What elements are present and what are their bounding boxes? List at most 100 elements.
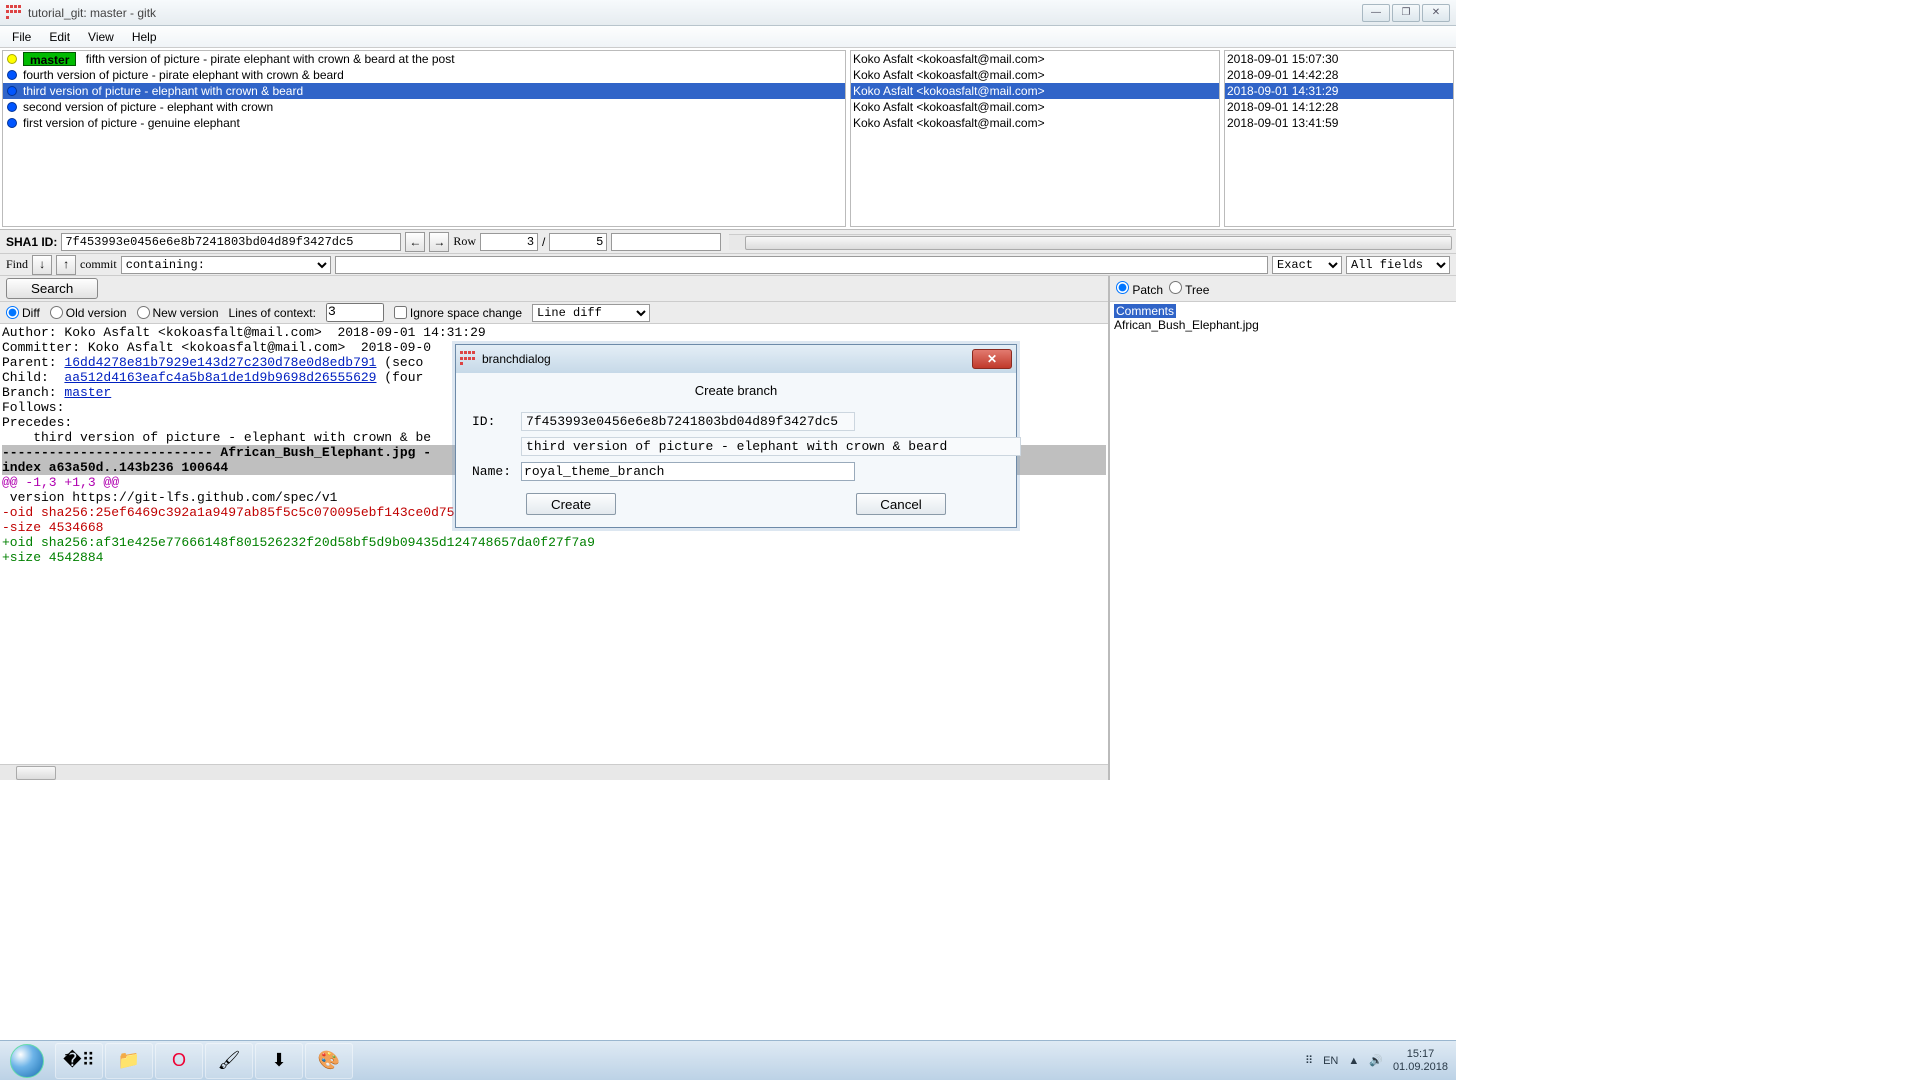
app-icon [6,5,22,21]
find-exact-select[interactable]: Exact [1272,256,1342,274]
tree-radio[interactable] [1169,281,1182,294]
tray-time: 15:17 [1393,1048,1448,1061]
sha-input[interactable] [61,233,401,251]
commit-graph-column[interactable]: master fifth version of picture - pirate… [2,50,846,227]
lines-of-context-input[interactable] [326,303,384,322]
minimize-button[interactable]: — [1362,4,1390,22]
row-label: Row [453,234,476,249]
commit-author[interactable]: Koko Asfalt <kokoasfalt@mail.com> [851,115,1219,131]
ignore-space-checkbox[interactable] [394,306,407,319]
commit-row[interactable]: master fifth version of picture - pirate… [3,51,845,67]
find-type-select[interactable]: containing: [121,256,331,274]
opt-new-version[interactable]: New version [137,306,219,320]
nav-forward-button[interactable]: → [429,232,449,252]
tray-grid-icon[interactable]: ⠿ [1305,1054,1313,1067]
create-branch-button[interactable]: Create [526,493,616,515]
h-scrollbar[interactable] [729,234,1450,250]
commit-date-column[interactable]: 2018-09-01 15:07:302018-09-01 14:42:2820… [1224,50,1454,227]
taskbar-app1-icon[interactable]: 🖌 [205,1043,253,1079]
taskbar[interactable]: �َ⠿ 📁 O 🖌 ⬇ 🎨 ⠿ EN ▲ 🔊 15:17 01.09.2018 [0,1040,1456,1080]
system-tray[interactable]: ⠿ EN ▲ 🔊 15:17 01.09.2018 [1297,1048,1456,1074]
maximize-button[interactable]: ❐ [1392,4,1420,22]
find-bar: Find ↓ ↑ commit containing: Exact All fi… [0,254,1456,276]
taskbar-pin-icon[interactable]: �َ⠿ [55,1043,103,1079]
dialog-title: branchdialog [482,352,551,366]
window-titlebar: tutorial_git: master - gitk — ❐ ✕ [0,0,1456,26]
close-button[interactable]: ✕ [1422,4,1450,22]
search-bar: Search [0,276,1108,302]
commit-row[interactable]: first version of picture - genuine eleph… [3,115,845,131]
opt-tree[interactable]: Tree [1169,281,1209,297]
dialog-id-label: ID: [468,410,515,433]
nav-back-button[interactable]: ← [405,232,425,252]
commit-row[interactable]: second version of picture - elephant wit… [3,99,845,115]
commit-date[interactable]: 2018-09-01 14:42:28 [1225,67,1453,83]
dialog-id-value: 7f453993e0456e6e8b7241803bd04d89f3427dc5 [521,412,855,431]
tray-date: 01.09.2018 [1393,1061,1448,1074]
menu-file[interactable]: File [4,28,39,46]
find-label: Find [6,257,28,272]
opt-ignore-space[interactable]: Ignore space change [394,306,522,320]
commit-date[interactable]: 2018-09-01 13:41:59 [1225,115,1453,131]
commit-row[interactable]: fourth version of picture - pirate eleph… [3,67,845,83]
branch-name-input[interactable] [521,462,855,481]
taskbar-paint-icon[interactable]: 🎨 [305,1043,353,1079]
dialog-titlebar[interactable]: branchdialog ✕ [456,345,1016,373]
taskbar-opera-icon[interactable]: O [155,1043,203,1079]
commit-date[interactable]: 2018-09-01 15:07:30 [1225,51,1453,67]
goto-input[interactable] [611,233,721,251]
find-prev-button[interactable]: ↑ [56,255,76,275]
opt-old-version[interactable]: Old version [50,306,127,320]
commit-author[interactable]: Koko Asfalt <kokoasfalt@mail.com> [851,67,1219,83]
find-mode[interactable]: commit [80,257,117,272]
patch-radio[interactable] [1116,281,1129,294]
file-pane: Patch Tree Comments African_Bush_Elephan… [1110,276,1456,780]
opt-patch[interactable]: Patch [1116,281,1163,297]
commit-author[interactable]: Koko Asfalt <kokoasfalt@mail.com> [851,83,1219,99]
commit-date[interactable]: 2018-09-01 14:31:29 [1225,83,1453,99]
branch-label[interactable]: master [23,52,76,66]
commit-node-icon [7,118,17,128]
tray-volume-icon[interactable]: 🔊 [1369,1054,1383,1067]
diff-mode-select[interactable]: Line diff [532,304,650,322]
menu-view[interactable]: View [80,28,122,46]
oldv-radio[interactable] [50,306,63,319]
opt-diff[interactable]: Diff [6,306,40,320]
tray-clock[interactable]: 15:17 01.09.2018 [1393,1048,1448,1074]
file-list[interactable]: Comments African_Bush_Elephant.jpg [1110,302,1456,334]
file-comments[interactable]: Comments [1114,304,1176,318]
taskbar-explorer-icon[interactable]: 📁 [105,1043,153,1079]
file-item[interactable]: African_Bush_Elephant.jpg [1114,318,1452,332]
taskbar-git-icon[interactable]: ⬇ [255,1043,303,1079]
lines-label: Lines of context: [229,306,316,320]
row-total: 5 [549,233,607,251]
cancel-button[interactable]: Cancel [856,493,946,515]
tray-chevron-icon[interactable]: ▲ [1348,1055,1359,1067]
branch-dialog: branchdialog ✕ Create branch ID: 7f45399… [455,344,1017,528]
dialog-icon [460,351,476,367]
row-sep: / [542,235,545,249]
find-input[interactable] [335,256,1268,274]
commit-author[interactable]: Koko Asfalt <kokoasfalt@mail.com> [851,51,1219,67]
commit-author-column[interactable]: Koko Asfalt <kokoasfalt@mail.com>Koko As… [850,50,1220,227]
commit-row[interactable]: third version of picture - elephant with… [3,83,845,99]
find-fields-select[interactable]: All fields [1346,256,1450,274]
search-button[interactable]: Search [6,278,98,299]
row-current: 3 [480,233,538,251]
commit-list: master fifth version of picture - pirate… [0,48,1456,230]
commit-node-icon [7,102,17,112]
commit-date[interactable]: 2018-09-01 14:12:28 [1225,99,1453,115]
dialog-close-button[interactable]: ✕ [972,349,1012,369]
find-next-button[interactable]: ↓ [32,255,52,275]
menu-help[interactable]: Help [124,28,165,46]
sha-bar: SHA1 ID: ← → Row 3 / 5 [0,230,1456,254]
tray-lang[interactable]: EN [1323,1055,1338,1067]
sha-label: SHA1 ID: [6,235,57,249]
diff-h-scrollbar[interactable] [0,764,1108,780]
diff-options: Diff Old version New version Lines of co… [0,302,1108,324]
newv-radio[interactable] [137,306,150,319]
commit-author[interactable]: Koko Asfalt <kokoasfalt@mail.com> [851,99,1219,115]
start-button[interactable] [0,1041,54,1081]
menu-edit[interactable]: Edit [41,28,78,46]
diff-radio[interactable] [6,306,19,319]
